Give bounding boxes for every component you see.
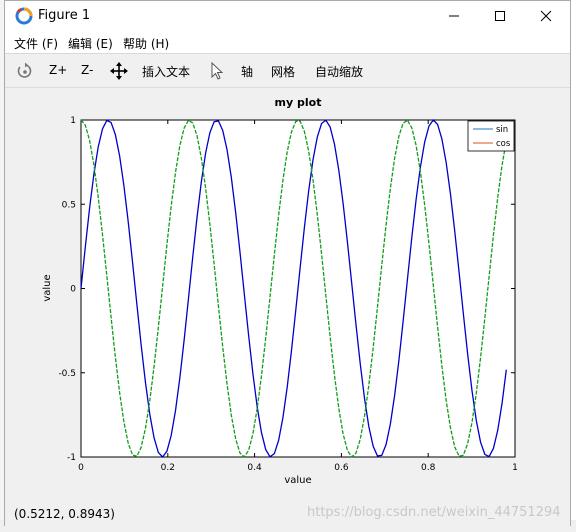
close-icon bbox=[540, 10, 552, 22]
y-tick-label: 0.5 bbox=[62, 200, 76, 210]
window-title: Figure 1 bbox=[38, 8, 91, 23]
menu-file[interactable]: 文件 (F) bbox=[14, 35, 58, 52]
x-tick-label: 0.2 bbox=[161, 463, 175, 473]
zoom-out-button[interactable]: Z- bbox=[81, 63, 93, 77]
plot-canvas[interactable]: my plot 0 0.2 0.4 0.6 0.8 110.50-0.5-1 value … bbox=[5, 88, 570, 500]
y-tick-label: 0 bbox=[70, 285, 76, 295]
legend[interactable]: sin cos bbox=[467, 120, 515, 152]
x-tick-label: 0.8 bbox=[421, 463, 436, 473]
autoscale-button[interactable]: 自动缩放 bbox=[315, 63, 363, 80]
maximize-button[interactable] bbox=[477, 1, 523, 31]
x-axis-label: value bbox=[284, 475, 311, 486]
watermark-text: https://blog.csdn.net/weixin_44751294 bbox=[307, 505, 561, 520]
zoom-in-button[interactable]: Z+ bbox=[49, 63, 67, 77]
close-button[interactable] bbox=[523, 1, 569, 31]
legend-label-cos: cos bbox=[496, 139, 511, 149]
y-tick-label: 1 bbox=[70, 116, 76, 126]
y-axis-label: value bbox=[42, 274, 53, 301]
menu-edit[interactable]: 编辑 (E) bbox=[68, 35, 113, 52]
x-tick-label: 1 bbox=[512, 463, 518, 473]
legend-label-sin: sin bbox=[496, 125, 508, 135]
y-tick-label: -1 bbox=[67, 453, 76, 463]
maximize-icon bbox=[495, 11, 505, 21]
y-tick-label: -0.5 bbox=[58, 369, 76, 379]
pointer-icon[interactable] bbox=[210, 62, 224, 80]
figure-toolbar: Z+ Z- 插入文本 轴 网格 自动缩放 bbox=[5, 54, 570, 88]
x-tick-label: 0 bbox=[78, 463, 84, 473]
octave-app-icon bbox=[15, 7, 33, 25]
figure-window: Figure 1 文件 (F) 编辑 (E) 帮助 (H) Z+ Z- 插入文本… bbox=[4, 0, 571, 526]
rotate-icon[interactable] bbox=[16, 62, 34, 80]
title-bar[interactable]: Figure 1 bbox=[5, 1, 570, 31]
minimize-icon bbox=[449, 15, 459, 17]
x-tick-label: 0.6 bbox=[334, 463, 349, 473]
pan-icon[interactable] bbox=[110, 62, 128, 80]
grid-button[interactable]: 网格 bbox=[271, 63, 295, 80]
minimize-button[interactable] bbox=[431, 1, 477, 31]
menu-bar: 文件 (F) 编辑 (E) 帮助 (H) bbox=[5, 31, 570, 53]
menu-help[interactable]: 帮助 (H) bbox=[123, 35, 169, 52]
cursor-coordinates: (0.5212, 0.8943) bbox=[14, 507, 115, 521]
x-tick-label: 0.4 bbox=[247, 463, 262, 473]
chart-title: my plot bbox=[275, 96, 322, 109]
axis-button[interactable]: 轴 bbox=[241, 63, 253, 80]
insert-text-button[interactable]: 插入文本 bbox=[142, 63, 190, 80]
